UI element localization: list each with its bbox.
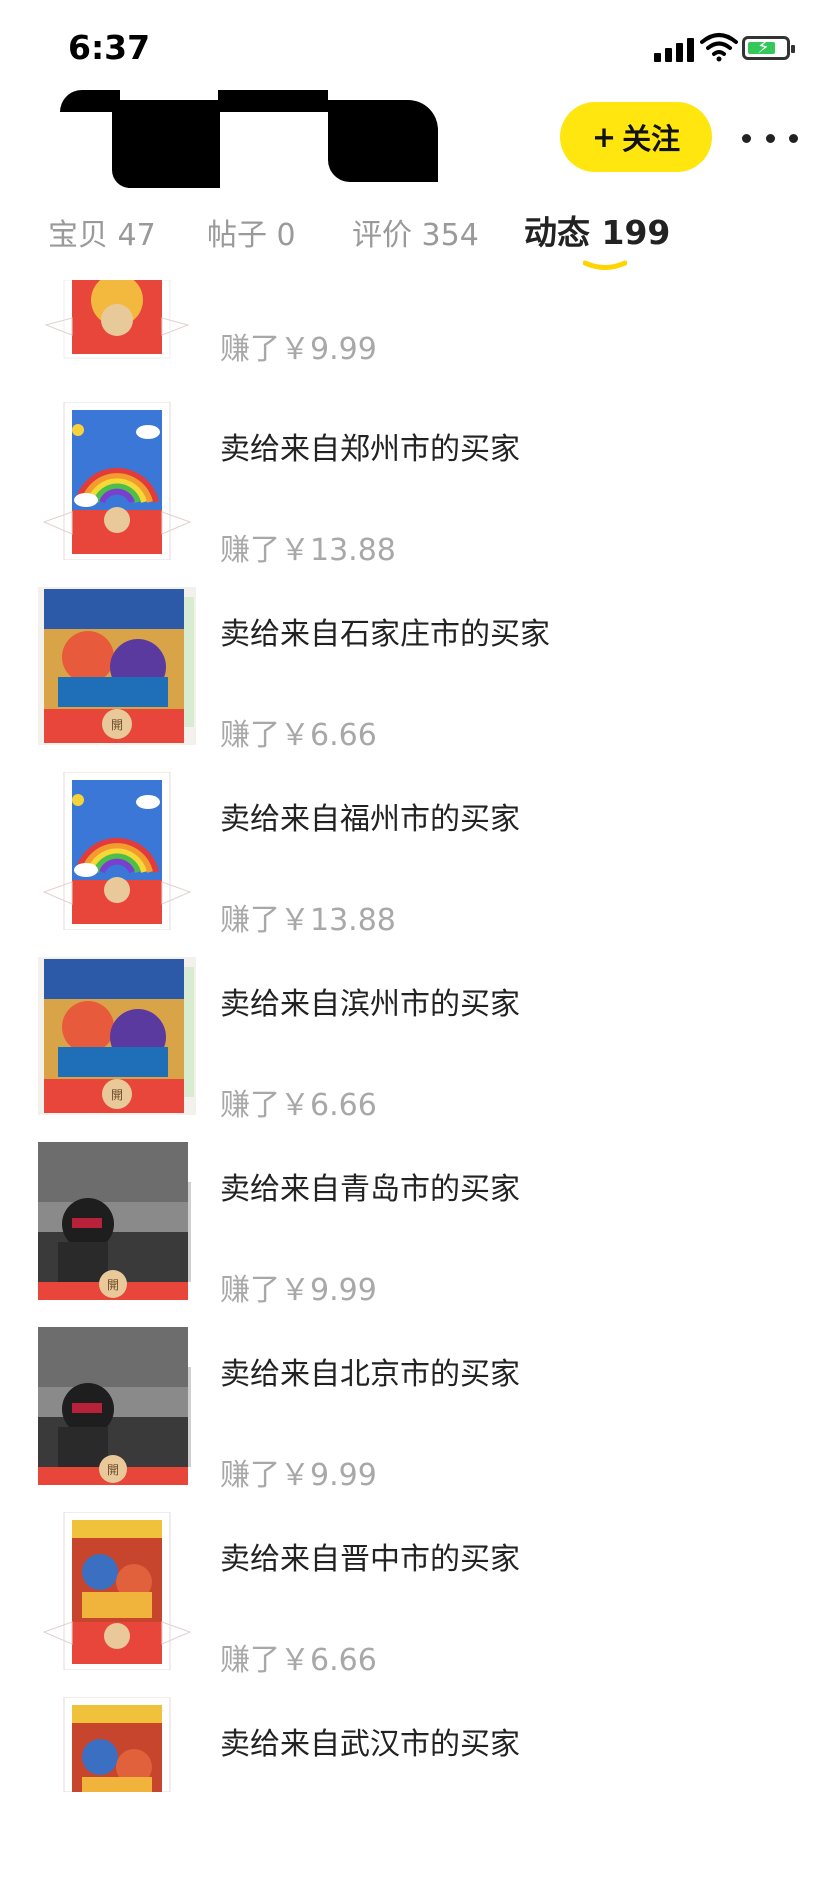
feed-item[interactable]: 卖给来自郑州市的买家 赚了￥13.88: [0, 402, 828, 587]
feed-item[interactable]: 卖给来自武汉市的买家: [0, 1697, 828, 1882]
red-envelope-cover-thumbnail: [42, 772, 192, 930]
earned-amount: 赚了￥9.99: [220, 1458, 377, 1493]
svg-text:開: 開: [111, 1088, 123, 1102]
red-envelope-cover-thumbnail: [42, 402, 192, 560]
feed-item[interactable]: 開 卖给来自滨州市的买家 赚了￥6.66: [0, 957, 828, 1142]
feed-item[interactable]: 開 卖给来自石家庄市的买家 赚了￥6.66: [0, 587, 828, 772]
wifi-icon: [700, 33, 738, 62]
red-envelope-cover-thumbnail: 開: [38, 1327, 191, 1485]
more-options-button[interactable]: [742, 118, 798, 158]
tab-activity[interactable]: 动态 199: [524, 206, 670, 254]
follow-button[interactable]: + 关注: [560, 102, 712, 172]
plus-icon: +: [591, 120, 617, 154]
sold-to-buyer-text: 卖给来自青岛市的买家: [220, 1172, 520, 1207]
earned-amount: 赚了￥9.99: [220, 332, 377, 367]
red-envelope-cover-thumbnail: [44, 280, 190, 359]
feed-item[interactable]: 開 卖给来自青岛市的买家 赚了￥9.99: [0, 1142, 828, 1327]
tab-posts[interactable]: 帖子 0: [207, 210, 296, 254]
status-bar: 6:37 ⚡: [0, 0, 828, 96]
red-envelope-cover-thumbnail: 開: [38, 1142, 191, 1300]
more-dots-icon: [742, 133, 751, 143]
battery-icon: ⚡: [742, 36, 795, 60]
svg-text:開: 開: [107, 1278, 119, 1292]
tab-items[interactable]: 宝贝 47: [48, 210, 156, 254]
red-envelope-cover-thumbnail: 開: [38, 957, 196, 1115]
sold-to-buyer-text: 卖给来自滨州市的买家: [220, 987, 520, 1022]
feed-item[interactable]: 卖给来自福州市的买家 赚了￥13.88: [0, 772, 828, 957]
earned-amount: 赚了￥13.88: [220, 903, 396, 938]
sold-to-buyer-text: 卖给来自北京市的买家: [220, 1357, 520, 1392]
red-envelope-cover-thumbnail: [63, 1697, 171, 1792]
earned-amount: 赚了￥6.66: [220, 1643, 377, 1678]
red-envelope-cover-thumbnail: [42, 1512, 192, 1670]
feed-item[interactable]: 卖给来自晋中市的买家 赚了￥6.66: [0, 1512, 828, 1697]
sold-to-buyer-text: 卖给来自郑州市的买家: [220, 432, 520, 467]
sold-to-buyer-text: 卖给来自武汉市的买家: [220, 1727, 520, 1762]
profile-tabs: 宝贝 47 帖子 0 评价 354 动态 199: [0, 200, 828, 280]
red-envelope-cover-thumbnail: 開: [38, 587, 196, 745]
earned-amount: 赚了￥6.66: [220, 718, 377, 753]
sold-to-buyer-text: 卖给来自福州市的买家: [220, 802, 520, 837]
svg-text:開: 開: [107, 1463, 119, 1477]
earned-amount: 赚了￥6.66: [220, 1088, 377, 1123]
sold-to-buyer-text: 卖给来自晋中市的买家: [220, 1542, 520, 1577]
status-time: 6:37: [68, 28, 151, 67]
tab-reviews[interactable]: 评价 354: [352, 210, 479, 254]
earned-amount: 赚了￥9.99: [220, 1273, 377, 1308]
active-tab-indicator: [583, 260, 627, 270]
follow-button-label: 关注: [622, 122, 681, 156]
earned-amount: 赚了￥13.88: [220, 533, 396, 568]
feed-item[interactable]: 開 卖给来自北京市的买家 赚了￥9.99: [0, 1327, 828, 1512]
sold-to-buyer-text: 卖给来自石家庄市的买家: [220, 617, 550, 652]
cellular-signal-icon: [654, 36, 698, 62]
svg-text:開: 開: [111, 718, 123, 732]
